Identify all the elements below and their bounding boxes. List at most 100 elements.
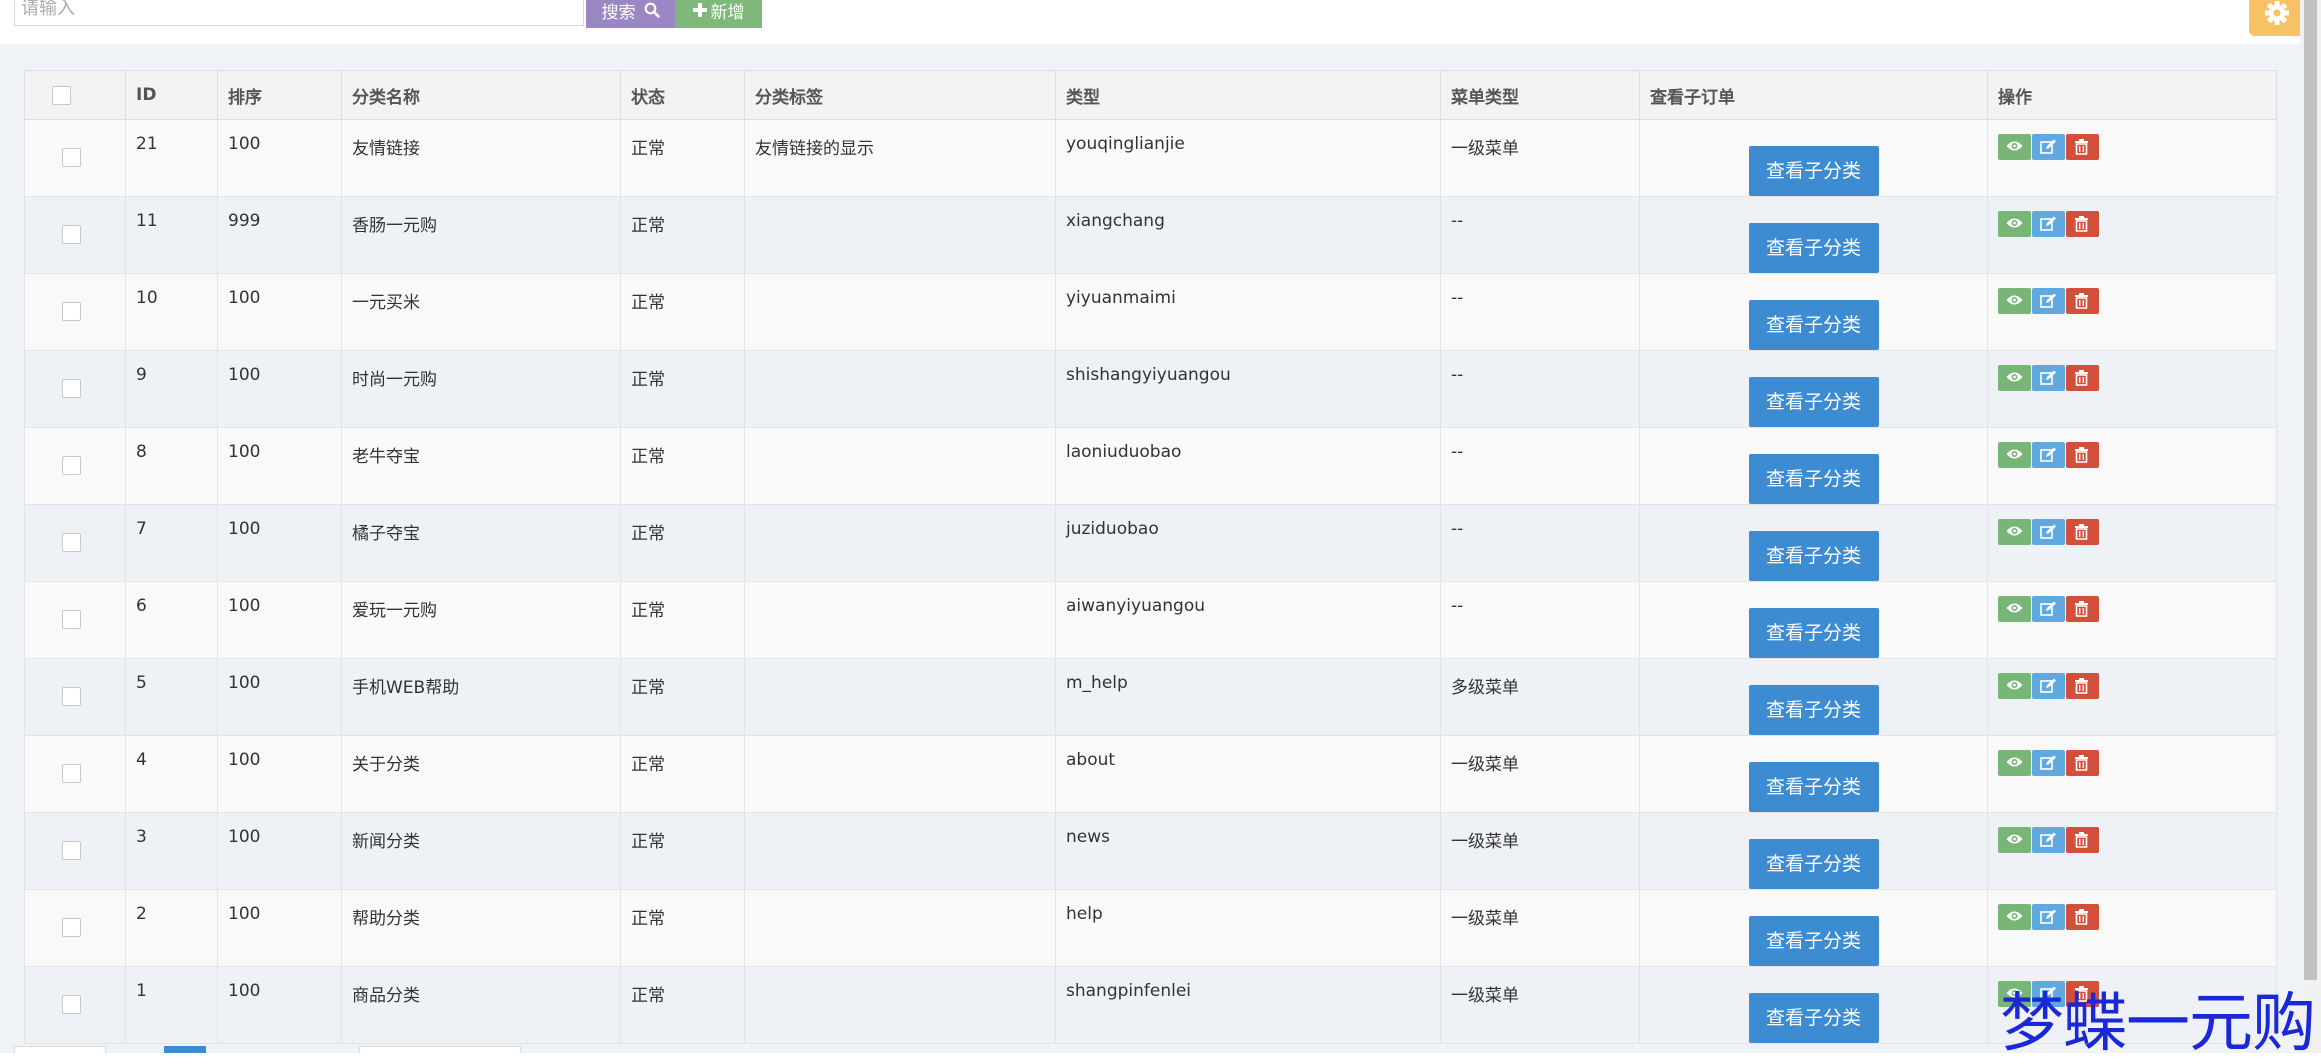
view-subcategory-button[interactable]: 查看子分类 [1748, 916, 1879, 966]
view-subcategory-button[interactable]: 查看子分类 [1748, 300, 1879, 350]
delete-button[interactable] [2066, 596, 2099, 622]
view-button[interactable] [1998, 827, 2031, 853]
cell-status: 正常 [620, 889, 745, 967]
cell-type: youqinglianjie [1055, 119, 1441, 197]
delete-button[interactable] [2066, 519, 2099, 545]
edit-icon [2040, 909, 2056, 924]
table-row: 6 100 爱玩一元购 正常 aiwanyiyuangou -- 查看子分类 [24, 581, 2277, 659]
vertical-scrollbar[interactable] [2300, 0, 2321, 1053]
view-subcategory-button[interactable]: 查看子分类 [1748, 531, 1879, 581]
header-status[interactable]: 状态 [620, 70, 745, 120]
view-subcategory-button[interactable]: 查看子分类 [1748, 454, 1879, 504]
header-type[interactable]: 类型 [1055, 70, 1441, 120]
edit-button[interactable] [2032, 288, 2065, 314]
cell-sort: 100 [217, 735, 342, 813]
row-checkbox[interactable] [62, 841, 81, 860]
add-button[interactable]: 新增 [675, 0, 762, 28]
header-menu-type[interactable]: 菜单类型 [1440, 70, 1640, 120]
edit-button[interactable] [2032, 442, 2065, 468]
view-button[interactable] [1998, 211, 2031, 237]
row-checkbox[interactable] [62, 533, 81, 552]
row-checkbox[interactable] [62, 148, 81, 167]
edit-button[interactable] [2032, 904, 2065, 930]
table-row: 9 100 时尚一元购 正常 shishangyiyuangou -- 查看子分类 [24, 350, 2277, 428]
row-checkbox[interactable] [62, 379, 81, 398]
edit-button[interactable] [2032, 519, 2065, 545]
trash-icon [2075, 139, 2088, 155]
delete-button[interactable] [2066, 827, 2099, 853]
edit-button[interactable] [2032, 673, 2065, 699]
pagination-prev[interactable] [14, 1046, 106, 1053]
search-input[interactable] [14, 0, 584, 26]
pagination-current[interactable] [164, 1046, 206, 1053]
header-tag[interactable]: 分类标签 [744, 70, 1056, 120]
search-button-label: 搜索 [601, 2, 636, 23]
delete-button[interactable] [2066, 134, 2099, 160]
edit-button[interactable] [2032, 211, 2065, 237]
edit-button[interactable] [2032, 750, 2065, 776]
cell-menu-type: 一级菜单 [1440, 889, 1640, 967]
edit-button[interactable] [2032, 827, 2065, 853]
view-button[interactable] [1998, 288, 2031, 314]
view-subcategory-button[interactable]: 查看子分类 [1748, 223, 1879, 273]
trash-icon [2075, 678, 2088, 694]
delete-button[interactable] [2066, 365, 2099, 391]
edit-button[interactable] [2032, 365, 2065, 391]
view-subcategory-button[interactable]: 查看子分类 [1748, 839, 1879, 889]
row-checkbox[interactable] [62, 687, 81, 706]
row-checkbox[interactable] [62, 995, 81, 1014]
view-button[interactable] [1998, 596, 2031, 622]
row-select-cell [24, 658, 126, 736]
header-view-sub[interactable]: 查看子订单 [1639, 70, 1988, 120]
plus-icon [692, 3, 707, 17]
row-checkbox[interactable] [62, 764, 81, 783]
settings-button[interactable] [2249, 0, 2305, 36]
view-button[interactable] [1998, 750, 2031, 776]
cell-type: yiyuanmaimi [1055, 273, 1441, 351]
view-button[interactable] [1998, 442, 2031, 468]
row-checkbox[interactable] [62, 610, 81, 629]
edit-button[interactable] [2032, 596, 2065, 622]
delete-button[interactable] [2066, 442, 2099, 468]
table-header-row: ID 排序 分类名称 状态 分类标签 类型 菜单类型 查看子订单 操作 [24, 70, 2277, 120]
view-subcategory-button[interactable]: 查看子分类 [1748, 146, 1879, 196]
view-subcategory-button[interactable]: 查看子分类 [1748, 993, 1879, 1043]
delete-button[interactable] [2066, 904, 2099, 930]
header-sort[interactable]: 排序 [217, 70, 342, 120]
row-checkbox[interactable] [62, 918, 81, 937]
edit-button[interactable] [2032, 134, 2065, 160]
header-id[interactable]: ID [125, 70, 218, 120]
trash-icon [2075, 755, 2088, 771]
eye-icon [2006, 449, 2023, 459]
view-subcategory-button[interactable]: 查看子分类 [1748, 685, 1879, 735]
view-button[interactable] [1998, 904, 2031, 930]
view-button[interactable] [1998, 519, 2031, 545]
row-select-cell [24, 427, 126, 505]
header-name[interactable]: 分类名称 [341, 70, 621, 120]
view-subcategory-button[interactable]: 查看子分类 [1748, 608, 1879, 658]
row-checkbox[interactable] [62, 302, 81, 321]
cell-type: about [1055, 735, 1441, 813]
view-button[interactable] [1998, 134, 2031, 160]
row-checkbox[interactable] [62, 456, 81, 475]
view-subcategory-button[interactable]: 查看子分类 [1748, 762, 1879, 812]
cell-id: 2 [125, 889, 218, 967]
delete-button[interactable] [2066, 750, 2099, 776]
delete-button[interactable] [2066, 673, 2099, 699]
cell-name: 关于分类 [341, 735, 621, 813]
cell-status: 正常 [620, 658, 745, 736]
row-select-cell [24, 350, 126, 428]
cell-type: m_help [1055, 658, 1441, 736]
select-all-checkbox[interactable] [52, 85, 71, 105]
scrollbar-thumb[interactable] [2304, 0, 2317, 980]
row-checkbox[interactable] [62, 225, 81, 244]
search-button[interactable]: 搜索 [586, 0, 675, 28]
view-button[interactable] [1998, 673, 2031, 699]
view-button[interactable] [1998, 365, 2031, 391]
delete-button[interactable] [2066, 288, 2099, 314]
pagination-size[interactable] [359, 1046, 521, 1053]
cell-name: 时尚一元购 [341, 350, 621, 428]
view-subcategory-button[interactable]: 查看子分类 [1748, 377, 1879, 427]
delete-button[interactable] [2066, 211, 2099, 237]
cell-type: shishangyiyuangou [1055, 350, 1441, 428]
